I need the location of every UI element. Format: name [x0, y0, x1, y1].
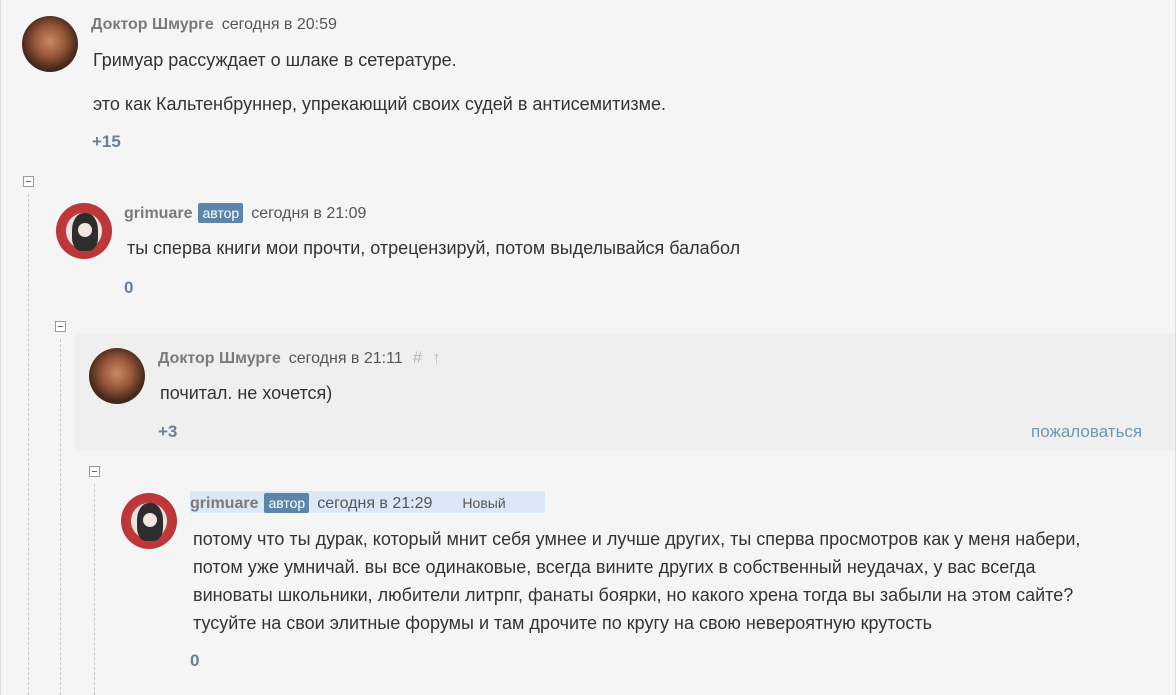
- comment-1-time[interactable]: сегодня в 20:59: [222, 16, 337, 33]
- comments-thread: Доктор Шмурге сегодня в 20:59 Гримуар рас…: [0, 0, 1176, 695]
- comment-4-line-2: потом уже умничай. вы все одинаковые, вс…: [193, 557, 1036, 577]
- comment-3-text: почитал. не хочется): [160, 383, 333, 403]
- avatar-grimuare[interactable]: [56, 203, 112, 259]
- avatar-doktor-shmurge[interactable]: [89, 348, 145, 404]
- comment-4-author[interactable]: grimuare: [190, 495, 258, 512]
- comment-3-author[interactable]: Доктор Шмурге: [158, 350, 281, 367]
- avatar-grimuare[interactable]: [121, 493, 177, 549]
- new-label: Новый: [462, 495, 506, 511]
- collapse-toggle-icon[interactable]: [55, 321, 66, 332]
- comment-3-time[interactable]: сегодня в 21:11: [289, 350, 403, 367]
- author-badge: автор: [198, 203, 244, 223]
- comment-2-time[interactable]: сегодня в 21:09: [251, 205, 366, 222]
- comment-1-paragraph-2: это как Кальтенбруннер, упрекающий своих…: [93, 94, 667, 114]
- comment-3-score[interactable]: +3: [158, 422, 177, 442]
- thread-line: [28, 194, 29, 695]
- comment-4-score[interactable]: 0: [190, 651, 199, 671]
- hash-link-icon[interactable]: #: [413, 348, 422, 367]
- comment-4-line-4: тусуйте на свои элитные форумы и там дро…: [193, 613, 933, 633]
- collapse-toggle-icon[interactable]: [23, 176, 34, 187]
- thread-line: [94, 484, 95, 695]
- parent-arrow-icon[interactable]: ↑: [432, 348, 441, 367]
- comment-1-author[interactable]: Доктор Шмурге: [91, 16, 214, 33]
- comment-2-header: grimuare автор сегодня в 21:09: [124, 203, 366, 223]
- comment-4-header: grimuare автор сегодня в 21:29 Новый: [190, 493, 506, 513]
- comment-4-time[interactable]: сегодня в 21:29: [317, 495, 432, 512]
- comment-2-author[interactable]: grimuare: [124, 205, 192, 222]
- comment-1-paragraph-1: Гримуар рассуждает о шлаке в сетературе.: [93, 50, 457, 70]
- comment-2-score[interactable]: 0: [124, 278, 133, 298]
- comment-4-line-3: виноваты школьники, любители литрпг, фан…: [193, 585, 1074, 605]
- author-badge: автор: [264, 493, 310, 513]
- report-link[interactable]: пожаловаться: [1031, 422, 1142, 442]
- thread-line: [60, 339, 61, 695]
- comment-1-header: Доктор Шмурге сегодня в 20:59: [91, 16, 337, 34]
- comment-2-text: ты сперва книги мои прочти, отрецензируй…: [127, 238, 741, 258]
- comment-3-header: Доктор Шмурге сегодня в 21:11 # ↑: [158, 348, 441, 368]
- avatar-doktor-shmurge[interactable]: [22, 16, 78, 72]
- collapse-toggle-icon[interactable]: [89, 466, 100, 477]
- comment-4-line-1: потому что ты дурак, который мнит себя у…: [193, 529, 1081, 549]
- comment-1-score[interactable]: +15: [92, 132, 121, 152]
